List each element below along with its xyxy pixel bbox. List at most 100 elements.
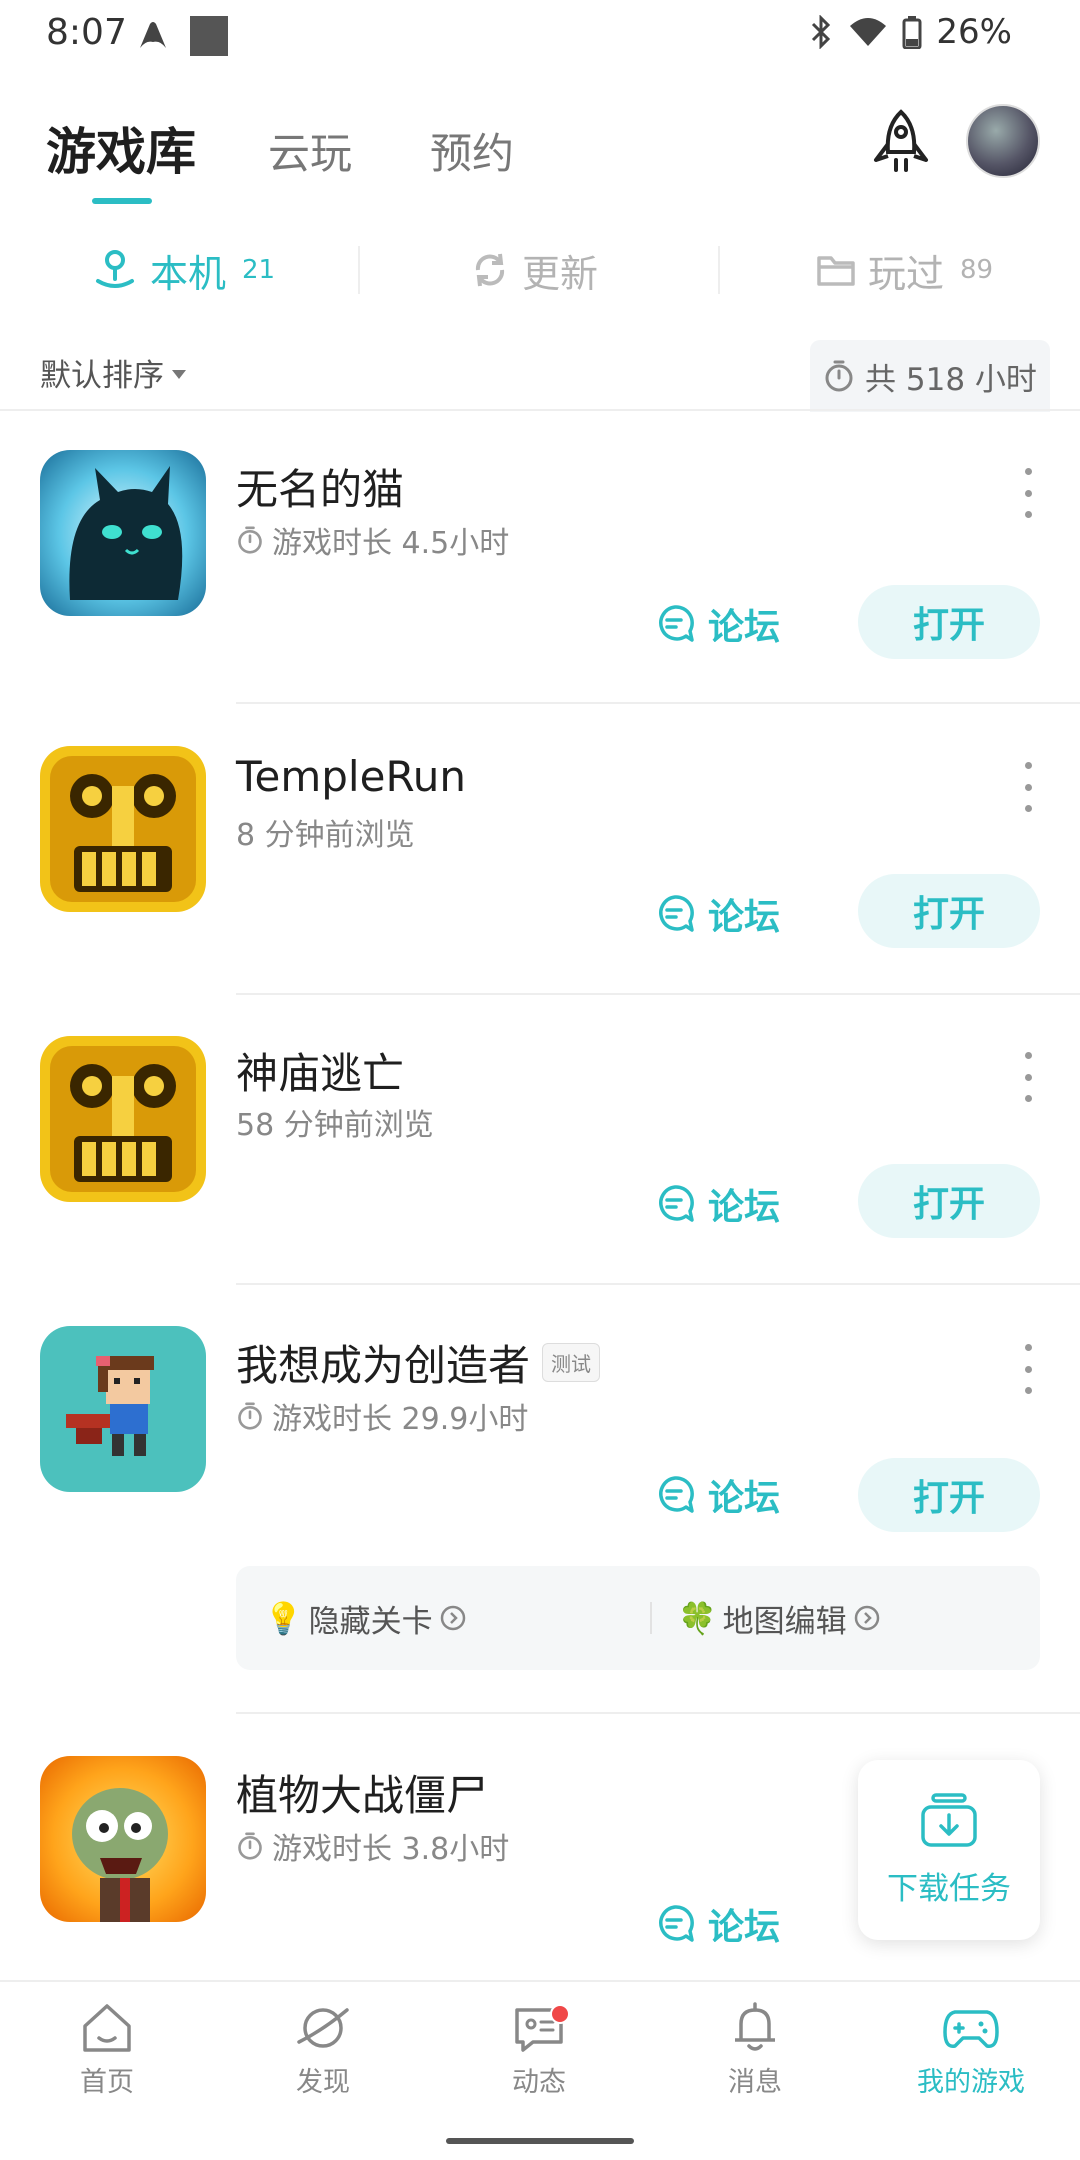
game-title-text: 神庙逃亡 — [236, 1049, 405, 1098]
nav-feed[interactable]: 动态 — [464, 2002, 614, 2099]
forum-chat-icon — [659, 605, 694, 642]
game-title: 无名的猫 — [236, 456, 404, 517]
subtab-update-label: 更新 — [522, 251, 599, 296]
bell-icon — [735, 2002, 775, 2051]
open-button[interactable]: 打开 — [858, 1164, 1040, 1238]
more-options-icon[interactable] — [1018, 468, 1038, 518]
home-indicator[interactable] — [446, 2138, 634, 2144]
divider — [236, 1712, 1080, 1714]
tab-reservation[interactable]: 预约 — [430, 120, 514, 181]
caret-down-icon — [172, 370, 186, 379]
game-subtitle: 游戏时长 4.5小时 — [236, 518, 509, 562]
nav-home[interactable]: 首页 — [32, 2002, 182, 2099]
battery-icon — [902, 16, 922, 49]
game-title-text: 无名的猫 — [236, 465, 405, 514]
subtab-played-label: 玩过 — [868, 251, 945, 296]
subtab-played[interactable]: 玩过 89 — [816, 236, 993, 304]
subtab-played-count: 89 — [960, 255, 994, 285]
forum-chat-icon — [659, 1905, 694, 1942]
bottom-nav: 首页 发现 动态 消息 我的游戏 — [0, 1980, 1080, 2120]
subtab-local-count: 21 — [242, 255, 276, 285]
timer-icon — [238, 1402, 262, 1430]
game-icon-temple-escape[interactable] — [40, 1036, 206, 1202]
map-editor-link[interactable]: 🍀 地图编辑 — [678, 1566, 881, 1670]
nav-feed-label: 动态 — [512, 2067, 566, 2098]
download-task-label: 下载任务 — [887, 1870, 1011, 1907]
chevron-circle-right-icon — [854, 1605, 879, 1631]
subtab-update[interactable]: 更新 — [470, 236, 598, 304]
game-title: TempleRun — [236, 752, 466, 801]
phone-hand-icon — [96, 250, 134, 288]
avatar[interactable] — [966, 104, 1040, 178]
top-header: 游戏库 云玩 预约 — [0, 90, 1080, 210]
game-icon-creator[interactable] — [40, 1326, 206, 1492]
game-subtitle: 8 分钟前浏览 — [236, 810, 415, 854]
tab-active-indicator — [92, 198, 152, 204]
nav-home-label: 首页 — [80, 2067, 134, 2098]
hidden-level-link[interactable]: 💡 隐藏关卡 — [264, 1566, 467, 1670]
home-icon — [83, 2004, 131, 2052]
tab-cloud-play[interactable]: 云玩 — [268, 120, 352, 181]
nav-messages[interactable]: 消息 — [680, 2002, 830, 2099]
game-subtitle-text: 8 分钟前浏览 — [236, 818, 415, 853]
game-title-text: 我想成为创造者 — [236, 1341, 531, 1390]
folder-icon — [817, 256, 855, 286]
game-icon-pvz[interactable] — [40, 1756, 206, 1922]
game-title: 神庙逃亡 — [236, 1040, 404, 1101]
game-icon-templerun[interactable] — [40, 746, 206, 912]
subtab-local-label: 本机 — [150, 251, 227, 296]
open-button[interactable]: 打开 — [858, 874, 1040, 948]
more-options-icon[interactable] — [1018, 1344, 1038, 1394]
extras-divider — [650, 1602, 652, 1634]
status-time: 8:07 — [46, 12, 127, 53]
game-subtitle: 58 分钟前浏览 — [236, 1100, 434, 1144]
sort-row: 默认排序 共 518 小时 — [0, 336, 1080, 412]
forum-button[interactable]: 论坛 — [654, 598, 780, 650]
sort-dropdown[interactable]: 默认排序 — [40, 350, 186, 395]
game-icon-nameless-cat[interactable] — [40, 450, 206, 616]
rocket-icon[interactable] — [868, 108, 934, 178]
nav-my-games-label: 我的游戏 — [917, 2067, 1025, 2098]
divider — [0, 409, 1080, 411]
nav-my-games[interactable]: 我的游戏 — [896, 2002, 1046, 2099]
hidden-level-label: 隐藏关卡 — [308, 1603, 433, 1640]
subtab-local[interactable]: 本机 21 — [92, 236, 275, 304]
forum-label: 论坛 — [708, 897, 781, 938]
sort-label: 默认排序 — [40, 358, 164, 394]
notification-dot — [550, 2004, 570, 2024]
download-task-button[interactable]: 下载任务 — [858, 1760, 1040, 1940]
forum-label: 论坛 — [708, 1907, 781, 1948]
planet-icon — [297, 2008, 349, 2048]
nav-discover[interactable]: 发现 — [248, 2002, 398, 2099]
nav-discover-label: 发现 — [296, 2067, 350, 2098]
game-subtitle-text: 游戏时长 3.8小时 — [272, 1832, 510, 1867]
status-bar: 8:07 26% — [0, 0, 1080, 72]
game-title-text: TempleRun — [236, 752, 466, 801]
library-subtabs: 本机 21 更新 玩过 89 — [0, 236, 1080, 304]
battery-percent: 26% — [936, 12, 1012, 52]
forum-button[interactable]: 论坛 — [654, 888, 780, 940]
tab-game-library[interactable]: 游戏库 — [46, 112, 196, 184]
game-subtitle-text: 游戏时长 29.9小时 — [272, 1402, 529, 1437]
game-subtitle: 游戏时长 29.9小时 — [236, 1394, 528, 1438]
game-title: 植物大战僵尸 — [236, 1762, 488, 1823]
forum-chat-icon — [659, 895, 694, 932]
forum-button[interactable]: 论坛 — [654, 1469, 780, 1521]
bulb-icon: 💡 — [264, 1600, 303, 1637]
notification-square-icon — [190, 16, 228, 56]
game-title: 我想成为创造者 测试 — [236, 1332, 601, 1393]
forum-button[interactable]: 论坛 — [654, 1898, 780, 1950]
open-button[interactable]: 打开 — [858, 585, 1040, 659]
forum-chat-icon — [659, 1476, 694, 1513]
bluetooth-icon — [812, 15, 831, 49]
more-options-icon[interactable] — [1018, 762, 1038, 812]
download-tray-icon — [921, 1792, 977, 1847]
forum-label: 论坛 — [708, 607, 781, 648]
timer-icon — [825, 360, 853, 392]
game-extras: 💡 隐藏关卡 🍀 地图编辑 — [236, 1566, 1040, 1670]
more-options-icon[interactable] — [1018, 1052, 1038, 1102]
forum-button[interactable]: 论坛 — [654, 1178, 780, 1230]
open-button[interactable]: 打开 — [858, 1458, 1040, 1532]
map-editor-label: 地图编辑 — [722, 1603, 847, 1640]
timer-icon — [238, 526, 262, 554]
